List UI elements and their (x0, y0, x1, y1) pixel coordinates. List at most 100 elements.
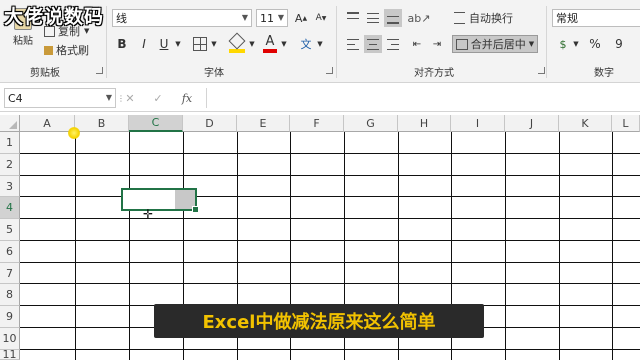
column-header-l[interactable]: L (612, 115, 640, 132)
underline-dropdown-icon[interactable]: ▼ (174, 38, 182, 50)
row-header-11[interactable]: 11 (0, 348, 20, 361)
font-name-value: 线 (116, 12, 127, 25)
insert-function-button[interactable]: fx (178, 89, 196, 107)
align-left-lines (347, 38, 359, 50)
row-header-8[interactable]: 8 (0, 284, 20, 306)
decrease-indent-icon[interactable]: ⇤ (408, 35, 426, 53)
border-icon (193, 37, 207, 51)
align-center-icon[interactable] (364, 35, 382, 53)
comma-label: 9 (615, 37, 623, 51)
alignment-dialog-launcher[interactable] (538, 67, 545, 74)
top-align-icon[interactable] (344, 9, 362, 27)
border-button[interactable] (192, 36, 208, 52)
column-header-i[interactable]: I (451, 115, 505, 132)
gridline (20, 218, 640, 219)
middle-align-icon[interactable] (364, 9, 382, 27)
gridline (20, 240, 640, 241)
cancel-label: ✕ (125, 91, 135, 105)
fill-color-bar (229, 49, 245, 53)
name-box[interactable]: C4 ▼ (4, 88, 116, 108)
font-size-value: 11 (260, 11, 274, 25)
merge-icon (455, 38, 468, 50)
italic-button[interactable]: I (136, 35, 152, 53)
bold-button[interactable]: B (114, 35, 130, 53)
font-color-glyph: A (265, 34, 275, 49)
font-name-combo[interactable]: 线 ▼ (112, 9, 252, 27)
number-format-value: 常规 (556, 12, 578, 25)
align-center-lines (367, 38, 379, 50)
column-header-b[interactable]: B (75, 115, 129, 132)
wrap-text-button[interactable]: 自动换行 (454, 10, 513, 26)
row-header-4[interactable]: 4 (0, 197, 20, 219)
select-all-corner[interactable] (0, 115, 20, 132)
middle-align-lines (367, 13, 379, 23)
format-painter-button[interactable]: 格式刷 (44, 43, 89, 57)
row-header-7[interactable]: 7 (0, 263, 20, 284)
chevron-down-icon: ▼ (277, 13, 284, 22)
clipboard-dialog-launcher[interactable] (96, 67, 103, 74)
row-header-2[interactable]: 2 (0, 154, 20, 176)
font-size-combo[interactable]: 11 ▼ (256, 9, 288, 27)
decrease-font-icon[interactable]: A ▼ (314, 10, 328, 26)
number-format-combo[interactable]: 常规 (552, 9, 640, 27)
top-align-lines (347, 12, 359, 24)
cancel-button[interactable]: ✕ (122, 89, 138, 107)
currency-dropdown-icon[interactable]: ▼ (572, 38, 580, 50)
watermark: 大佬说数码 (4, 6, 105, 28)
fx-label: fx (181, 91, 193, 105)
formula-input[interactable] (206, 88, 640, 108)
column-header-g[interactable]: G (344, 115, 398, 132)
font-color-button[interactable]: A (262, 33, 278, 55)
increase-indent-icon[interactable]: ⇥ (428, 35, 446, 53)
gridline (20, 153, 640, 154)
fill-handle[interactable] (192, 206, 199, 213)
separator (336, 6, 337, 78)
row-header-10[interactable]: 10 (0, 328, 20, 350)
fill-dropdown-icon[interactable]: ▼ (248, 38, 256, 50)
row-header-9[interactable]: 9 (0, 306, 20, 328)
font-dialog-launcher[interactable] (326, 67, 333, 74)
merge-center-button[interactable]: 合并后居中 ▼ (452, 35, 538, 53)
gridline (20, 283, 640, 284)
cursor-cross-icon: ✛ (143, 207, 154, 221)
percent-label: % (589, 37, 601, 51)
paint-bucket-icon (228, 32, 246, 50)
row-header-3[interactable]: 3 (0, 176, 20, 197)
wrap-text-label: 自动换行 (469, 12, 513, 25)
column-header-k[interactable]: K (559, 115, 612, 132)
bold-label: B (117, 37, 127, 51)
currency-format-icon[interactable]: $ (554, 35, 572, 53)
font-group-label: 字体 (204, 68, 224, 79)
underline-button[interactable]: U (156, 35, 172, 53)
gridline (20, 349, 640, 350)
row-header-5[interactable]: 5 (0, 219, 20, 241)
comma-style-button[interactable]: 9 (610, 35, 628, 53)
wrap-text-icon (454, 12, 465, 24)
row-header-6[interactable]: 6 (0, 241, 20, 263)
align-right-icon[interactable] (384, 35, 402, 53)
select-all-triangle-icon (9, 121, 17, 129)
column-header-f[interactable]: F (290, 115, 344, 132)
column-header-h[interactable]: H (398, 115, 451, 132)
column-header-j[interactable]: J (505, 115, 559, 132)
phonetic-dropdown-icon[interactable]: ▼ (316, 38, 324, 50)
column-header-a[interactable]: A (20, 115, 75, 132)
chevron-down-icon: ▼ (241, 13, 248, 22)
column-header-d[interactable]: D (183, 115, 237, 132)
underline-label: U (159, 37, 169, 51)
bottom-align-icon[interactable] (384, 9, 402, 27)
phonetic-button[interactable]: 文 (298, 35, 314, 53)
fill-color-button[interactable] (228, 32, 246, 54)
column-header-c[interactable]: C (129, 115, 183, 132)
increase-font-icon[interactable]: A ▲ (294, 10, 308, 26)
align-left-icon[interactable] (344, 35, 362, 53)
italic-label: I (142, 37, 146, 51)
enter-button[interactable]: ✓ (150, 89, 166, 107)
orientation-icon[interactable]: ab↗ (408, 9, 431, 27)
column-header-e[interactable]: E (237, 115, 290, 132)
percent-button[interactable]: % (586, 35, 604, 53)
row-header-1[interactable]: 1 (0, 132, 20, 154)
font-color-dropdown-icon[interactable]: ▼ (280, 38, 288, 50)
active-cell-selection[interactable] (121, 188, 199, 213)
border-dropdown-icon[interactable]: ▼ (210, 38, 218, 50)
